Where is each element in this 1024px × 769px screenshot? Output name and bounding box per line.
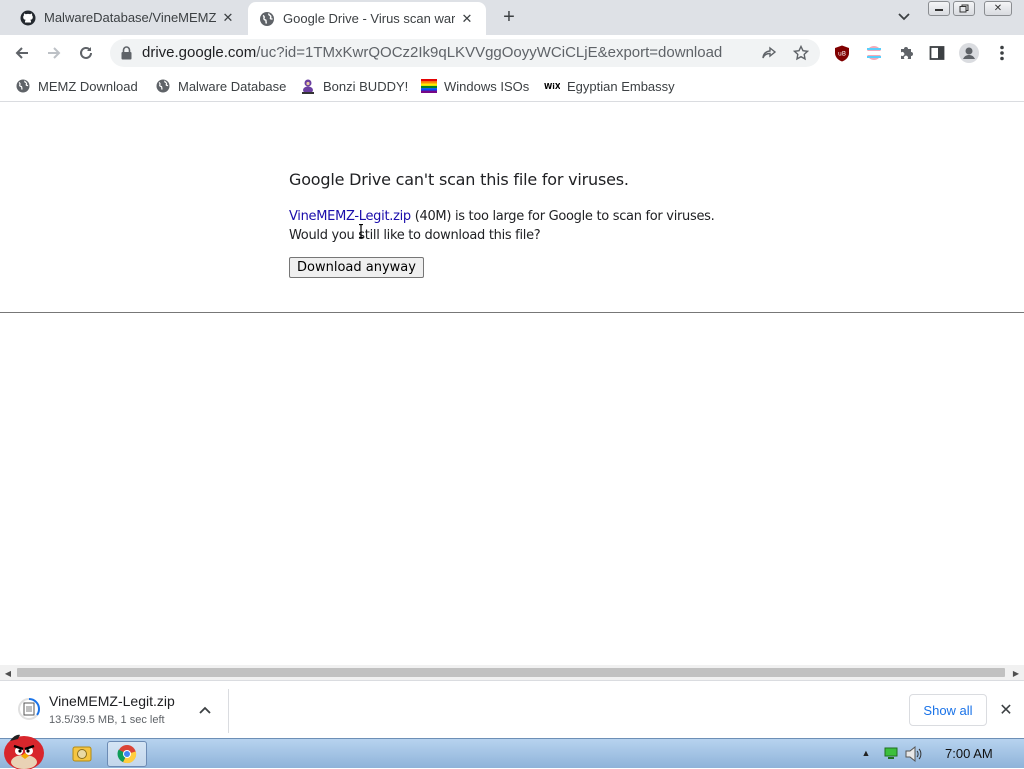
globe-icon — [15, 78, 31, 94]
url-text: drive.google.com/uc?id=1TMxKwrQOCz2Ik9qL… — [142, 44, 722, 61]
side-panel-icon[interactable] — [926, 42, 948, 64]
text-cursor-icon — [359, 224, 363, 238]
scroll-right-arrow-icon[interactable]: ▶ — [1011, 668, 1021, 678]
menu-kebab-icon[interactable] — [991, 42, 1013, 64]
taskbar-chrome-icon[interactable] — [107, 741, 147, 767]
svg-text:uB: uB — [838, 50, 846, 57]
page-content: Google Drive can't scan this file for vi… — [0, 103, 1024, 665]
divider — [228, 689, 229, 733]
bonzi-icon — [300, 78, 316, 94]
close-icon[interactable]: ✕ — [998, 702, 1014, 719]
toolbar: drive.google.com/uc?id=1TMxKwrQOCz2Ik9qL… — [0, 35, 1024, 71]
taskbar: ▲ 7:00 AM — [0, 734, 1024, 769]
close-window-icon[interactable]: ✕ — [984, 1, 1012, 16]
scrollbar-thumb[interactable] — [17, 668, 1005, 677]
bookmarks-bar: MEMZ Download Malware Database Bonzi BUD… — [0, 71, 1024, 102]
url-host: drive.google.com — [142, 44, 257, 61]
chevron-down-icon[interactable] — [896, 9, 912, 25]
bookmark-windows-isos[interactable]: Windows ISOs — [421, 76, 529, 96]
taskbar-explorer-icon[interactable] — [62, 741, 102, 767]
bookmark-label: Malware Database — [178, 78, 287, 94]
bookmark-bonzi-buddy[interactable]: Bonzi BUDDY! — [300, 76, 408, 96]
bookmark-memz-download[interactable]: MEMZ Download — [15, 76, 138, 96]
back-arrow-icon[interactable] — [11, 42, 33, 64]
bookmark-egyptian-embassy[interactable]: WiX Egyptian Embassy — [544, 76, 675, 96]
maximize-icon[interactable] — [953, 1, 975, 16]
tab-title: Google Drive - Virus scan warning — [283, 11, 455, 26]
show-all-button[interactable]: Show all — [909, 694, 987, 726]
download-shelf: VineMEMZ-Legit.zip 13.5/39.5 MB, 1 sec l… — [0, 680, 1024, 738]
ublock-origin-icon[interactable]: uB — [831, 42, 853, 64]
pride-flag-extension-icon[interactable] — [863, 42, 885, 64]
tab-google-drive[interactable]: Google Drive - Virus scan warning ✕ — [248, 2, 486, 35]
globe-icon — [259, 11, 275, 27]
address-bar[interactable]: drive.google.com/uc?id=1TMxKwrQOCz2Ik9qL… — [110, 39, 820, 67]
share-icon[interactable] — [758, 42, 780, 64]
wix-icon: WiX — [544, 78, 560, 94]
tab-malwaredatabase[interactable]: MalwareDatabase/VineMEMZ ✕ — [20, 0, 246, 35]
star-icon[interactable] — [790, 42, 812, 64]
tab-strip: MalwareDatabase/VineMEMZ ✕ Google Drive … — [0, 0, 1024, 35]
bookmark-label: MEMZ Download — [38, 78, 138, 94]
globe-icon — [155, 78, 171, 94]
download-file-name: VineMEMZ-Legit.zip — [49, 693, 175, 709]
download-anyway-button[interactable]: Download anyway — [289, 257, 424, 278]
github-icon — [20, 10, 36, 26]
bookmark-label: Egyptian Embassy — [567, 78, 675, 94]
volume-icon[interactable] — [905, 746, 923, 762]
minimize-icon[interactable] — [928, 1, 950, 16]
start-button-angry-bird-icon[interactable] — [0, 729, 50, 769]
page-title: Google Drive can't scan this file for vi… — [289, 170, 629, 189]
file-link[interactable]: VineMEMZ-Legit.zip — [289, 209, 411, 224]
download-status: 13.5/39.5 MB, 1 sec left — [49, 714, 165, 726]
lock-icon[interactable] — [119, 45, 133, 61]
taskbar-clock[interactable]: 7:00 AM — [945, 746, 993, 761]
profile-avatar-icon[interactable] — [958, 42, 980, 64]
bookmark-label: Bonzi BUDDY! — [323, 78, 409, 94]
zip-file-icon — [18, 698, 40, 720]
horizontal-scrollbar[interactable]: ◀ ▶ — [0, 665, 1024, 680]
divider — [0, 312, 1024, 313]
bookmark-malware-database[interactable]: Malware Database — [155, 76, 286, 96]
warning-message: VineMEMZ-Legit.zip (40M) is too large fo… — [289, 207, 739, 245]
network-icon[interactable] — [884, 747, 898, 759]
tray-expand-icon[interactable]: ▲ — [861, 748, 871, 758]
new-tab-icon[interactable]: + — [499, 6, 519, 28]
svg-text:WiX: WiX — [544, 82, 560, 91]
url-path: /uc?id=1TMxKwrQOCz2Ik9qLKVVggOoyyWCiCLjE… — [256, 44, 723, 61]
close-tab-icon[interactable]: ✕ — [459, 11, 475, 27]
extensions-puzzle-icon[interactable] — [895, 42, 917, 64]
chevron-up-icon[interactable] — [198, 703, 212, 717]
forward-arrow-icon[interactable] — [43, 42, 65, 64]
reload-icon[interactable] — [75, 42, 97, 64]
rainbow-flag-icon — [421, 78, 437, 94]
close-tab-icon[interactable]: ✕ — [220, 10, 236, 26]
tab-title: MalwareDatabase/VineMEMZ — [44, 10, 216, 25]
bookmark-label: Windows ISOs — [444, 78, 530, 94]
scroll-left-arrow-icon[interactable]: ◀ — [3, 668, 13, 678]
